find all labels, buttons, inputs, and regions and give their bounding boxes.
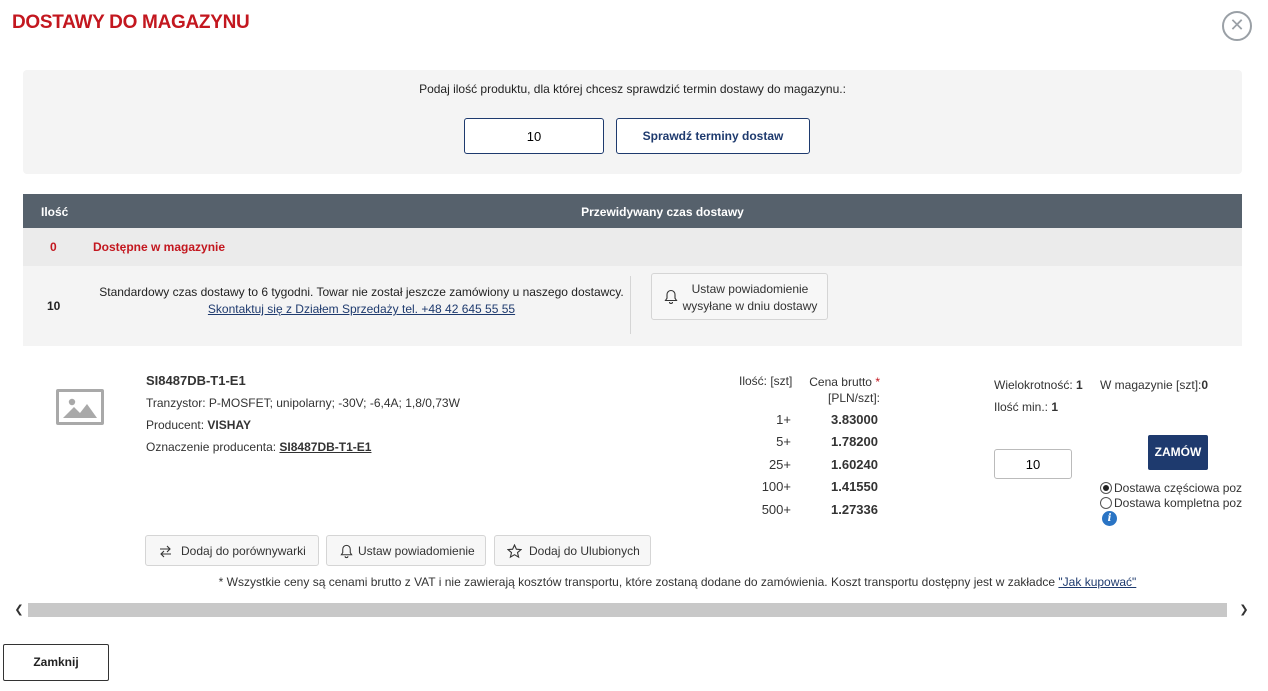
price-qty: 100+ bbox=[761, 479, 791, 494]
close-button[interactable]: Zamknij bbox=[3, 644, 109, 681]
min-quantity: Ilość min.: 1 bbox=[994, 400, 1058, 414]
notification-label: Ustaw powiadomienie bbox=[358, 544, 475, 558]
close-icon[interactable]: ✕ bbox=[1222, 11, 1252, 41]
stock-count: W magazynie [szt]:0 bbox=[1100, 378, 1208, 392]
horizontal-scrollbar[interactable]: ❮ ❯ bbox=[12, 602, 1252, 619]
price-qty: 500+ bbox=[761, 502, 791, 517]
delivery-notify-button[interactable]: Ustaw powiadomienie wysyłane w dniu dost… bbox=[651, 273, 828, 320]
price-value: 1.78200 bbox=[831, 434, 878, 449]
price-row: 5+ 1.78200 bbox=[723, 434, 923, 452]
price-qty: 5+ bbox=[776, 434, 791, 449]
price-row: 500+ 1.27336 bbox=[723, 502, 923, 520]
min-label: Ilość min.: bbox=[994, 400, 1052, 414]
producer-code-link[interactable]: SI8487DB-T1-E1 bbox=[279, 440, 371, 454]
scroll-left-icon[interactable]: ❮ bbox=[12, 602, 26, 619]
delivery-check-panel: Podaj ilość produktu, dla której chcesz … bbox=[23, 70, 1242, 174]
code-label: Oznaczenie producenta: bbox=[146, 440, 280, 454]
product-description: Tranzystor: P-MOSFET; unipolarny; -30V; … bbox=[146, 396, 460, 410]
price-qty: 25+ bbox=[768, 457, 791, 472]
delivery-modal: DOSTAWY DO MAGAZYNU ✕ Podaj ilość produk… bbox=[0, 0, 1268, 691]
check-quantity-input[interactable] bbox=[464, 118, 604, 154]
delivery-option-partial[interactable]: Dostawa częściowa pozycji bbox=[1100, 481, 1242, 495]
bell-icon bbox=[340, 544, 353, 559]
row-delivery-text: Standardowy czas dostawy to 6 tygodni. T… bbox=[99, 285, 624, 299]
radio-selected[interactable] bbox=[1100, 482, 1112, 494]
set-notification-button[interactable]: Ustaw powiadomienie bbox=[326, 535, 486, 566]
delivery-option-complete[interactable]: Dostawa kompletna pozycji bbox=[1100, 496, 1242, 510]
price-value: 1.27336 bbox=[831, 502, 878, 517]
row-qty: 0 bbox=[50, 240, 57, 254]
info-icon[interactable]: i bbox=[1102, 511, 1117, 526]
notify-label-line2: wysyłane w dniu dostawy bbox=[682, 299, 818, 313]
product-producer: Producent: VISHAY bbox=[146, 418, 251, 432]
delivery-table: Ilość Przewidywany czas dostawy 0 Dostęp… bbox=[23, 194, 1242, 346]
check-delivery-button[interactable]: Sprawdź terminy dostaw bbox=[616, 118, 810, 154]
price-unit: [PLN/szt]: bbox=[827, 391, 880, 405]
compare-label: Dodaj do porównywarki bbox=[181, 544, 306, 558]
row-status: Dostępne w magazynie bbox=[93, 240, 226, 254]
price-value: 1.60240 bbox=[831, 457, 878, 472]
scroll-right-icon[interactable]: ❯ bbox=[1237, 602, 1251, 619]
how-to-buy-link[interactable]: "Jak kupować" bbox=[1058, 575, 1136, 589]
header-delivery-time: Przewidywany czas dostawy bbox=[581, 205, 744, 219]
price-row: 100+ 1.41550 bbox=[723, 479, 923, 497]
notify-label-line1: Ustaw powiadomienie bbox=[691, 282, 809, 296]
contact-sales-link[interactable]: Skontaktuj się z Działem Sprzedaży tel. … bbox=[208, 302, 515, 316]
multiplicity-label: Wielokrotność: bbox=[994, 378, 1077, 392]
row-qty: 10 bbox=[47, 299, 61, 313]
modal-title: DOSTAWY DO MAGAZYNU bbox=[12, 12, 250, 33]
price-footnote: * Wszystkie ceny są cenami brutto z VAT … bbox=[23, 575, 1242, 589]
multiplicity-value: 1 bbox=[1076, 378, 1083, 392]
price-value: 1.41550 bbox=[831, 479, 878, 494]
product-name: SI8487DB-T1-E1 bbox=[146, 373, 246, 388]
producer-value: VISHAY bbox=[207, 418, 251, 432]
radio-unselected[interactable] bbox=[1100, 497, 1112, 509]
favorites-label: Dodaj do Ulubionych bbox=[529, 544, 640, 558]
image-placeholder-icon bbox=[56, 389, 104, 425]
check-prompt: Podaj ilość produktu, dla której chcesz … bbox=[419, 82, 846, 96]
price-star: * bbox=[875, 375, 880, 389]
stock-value: 0 bbox=[1201, 378, 1209, 392]
divider bbox=[630, 276, 631, 334]
price-row: 25+ 1.60240 bbox=[723, 457, 923, 475]
product-code: Oznaczenie producenta: SI8487DB-T1-E1 bbox=[146, 440, 371, 454]
price-row: 1+ 3.83000 bbox=[723, 412, 923, 430]
star-icon bbox=[507, 544, 522, 559]
table-row: 10 Standardowy czas dostawy to 6 tygodni… bbox=[23, 266, 1242, 346]
option-label: Dostawa kompletna pozycji bbox=[1114, 496, 1242, 510]
footnote-text: * Wszystkie ceny są cenami brutto z VAT … bbox=[218, 575, 1059, 589]
bell-icon bbox=[664, 289, 678, 305]
compare-icon bbox=[160, 545, 171, 558]
scrollbar-thumb[interactable] bbox=[28, 603, 1227, 617]
product-row: SI8487DB-T1-E1 Tranzystor: P-MOSFET; uni… bbox=[23, 346, 1242, 596]
add-to-favorites-button[interactable]: Dodaj do Ulubionych bbox=[494, 535, 651, 566]
min-value: 1 bbox=[1051, 400, 1059, 414]
table-row: 0 Dostępne w magazynie bbox=[23, 228, 1242, 266]
add-to-compare-button[interactable]: Dodaj do porównywarki bbox=[145, 535, 319, 566]
price-header: Cena brutto * [PLN/szt]: bbox=[799, 374, 880, 406]
order-quantity-input[interactable] bbox=[994, 449, 1072, 479]
stock-label: W magazynie [szt]: bbox=[1100, 378, 1202, 392]
price-qty: 1+ bbox=[776, 412, 791, 427]
multiplicity: Wielokrotność: 1 bbox=[994, 378, 1083, 392]
price-value: 3.83000 bbox=[831, 412, 878, 427]
producer-label: Producent: bbox=[146, 418, 208, 432]
price-qty-header: Ilość: [szt] bbox=[739, 374, 793, 388]
order-button[interactable]: ZAMÓW bbox=[1148, 435, 1208, 470]
table-header: Ilość Przewidywany czas dostawy bbox=[23, 194, 1242, 228]
price-header-label: Cena brutto bbox=[809, 375, 872, 389]
option-label: Dostawa częściowa pozycji bbox=[1114, 481, 1242, 495]
